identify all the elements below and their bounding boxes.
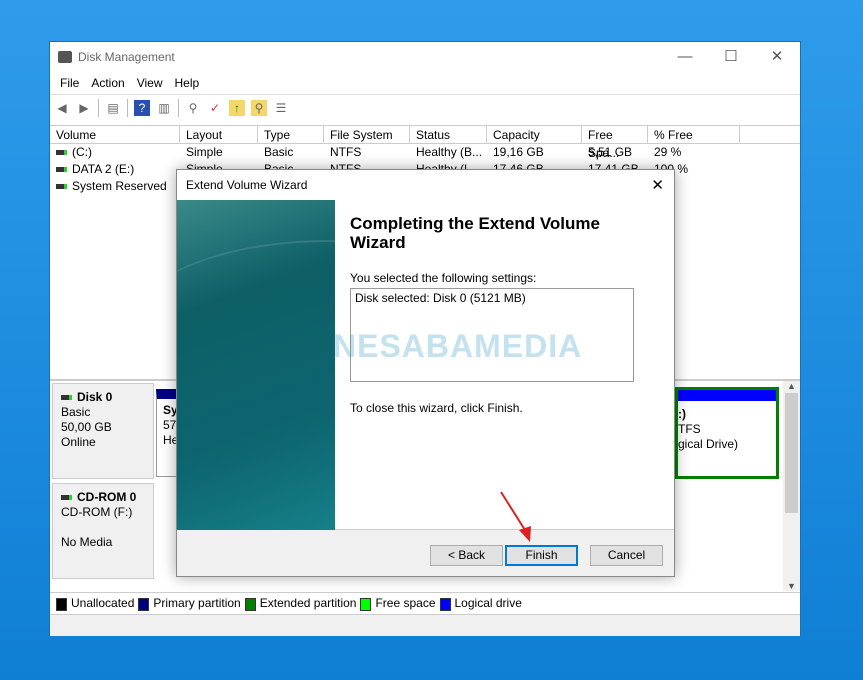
menu-file[interactable]: File (54, 76, 85, 90)
window-title: Disk Management (78, 50, 175, 64)
volume-list-header: Volume Layout Type File System Status Ca… (50, 126, 800, 160)
column-status[interactable]: Status (410, 126, 487, 144)
extend-volume-wizard-dialog: Extend Volume Wizard ✕ Completing the Ex… (176, 169, 675, 577)
volume-row[interactable]: (C:) Simple Basic NTFS Healthy (B... 19,… (50, 144, 800, 161)
volume-type: Basic (264, 145, 294, 159)
disk-state: No Media (61, 535, 113, 549)
column-free-space[interactable]: Free Spa... (582, 126, 648, 160)
disk-type: Basic (61, 405, 91, 419)
legend-unallocated: Unallocated (56, 596, 134, 611)
legend-extended: Extended partition (244, 596, 356, 611)
partition-status: gical Drive) (678, 437, 739, 451)
wizard-intro: You selected the following settings: (350, 271, 537, 285)
help-icon[interactable]: ? (134, 99, 150, 116)
column-type[interactable]: Type (258, 126, 324, 144)
connect-icon[interactable]: ⚲ (185, 100, 201, 116)
legend-primary: Primary partition (138, 596, 241, 611)
disk-state: Online (61, 435, 96, 449)
disk-icon (61, 395, 72, 401)
volume-name: (C:) (72, 145, 92, 159)
partition-fs: TFS (678, 422, 701, 436)
disk-management-icon (58, 51, 72, 63)
scrollbar-thumb[interactable] (785, 393, 798, 513)
volume-status: Healthy (B... (416, 145, 483, 159)
wizard-side-banner (177, 200, 335, 530)
wizard-closing-text: To close this wizard, click Finish. (350, 401, 523, 415)
volume-name: DATA 2 (E:) (72, 162, 135, 176)
folder-search-icon[interactable]: ⚲ (251, 99, 267, 116)
console-tree-icon[interactable]: ▤ (105, 100, 121, 116)
volume-free: 5,51 GB (588, 145, 633, 159)
drive-icon (56, 167, 67, 173)
vertical-scrollbar[interactable]: ▲ ▼ (783, 381, 800, 591)
partition-name: :) (678, 407, 686, 421)
legend: Unallocated Primary partition Extended p… (50, 592, 800, 614)
watermark: NESABAMEDIA (333, 328, 583, 364)
column-volume[interactable]: Volume (50, 126, 180, 144)
disk-type: CD-ROM (F:) (61, 505, 133, 519)
toolbar: ◀ ▶ ▤ ? ▥ ⚲ ✓ ↑ ⚲ ☰ (50, 94, 800, 120)
cdrom-0-label[interactable]: CD-ROM 0 CD-ROM (F:) No Media (52, 483, 154, 579)
wizard-heading: Completing the Extend Volume Wizard (350, 214, 600, 252)
checklist-icon[interactable]: ☰ (273, 100, 289, 116)
disk-name: CD-ROM 0 (77, 490, 137, 504)
disk-name: Disk 0 (77, 390, 113, 404)
menu-help[interactable]: Help (169, 76, 206, 90)
column-percent-free[interactable]: % Free (648, 126, 740, 144)
partition-logical-drive[interactable]: :) TFS gical Drive) (675, 387, 779, 479)
dialog-title-bar: Extend Volume Wizard ✕ (177, 170, 674, 200)
menu-action[interactable]: Action (85, 76, 130, 90)
dialog-body: Completing the Extend Volume Wizard You … (177, 200, 674, 530)
close-button[interactable]: ✕ (754, 42, 800, 72)
dialog-title: Extend Volume Wizard (186, 178, 308, 192)
volume-layout: Simple (186, 145, 223, 159)
cancel-button[interactable]: Cancel (590, 545, 663, 566)
column-layout[interactable]: Layout (180, 126, 258, 144)
column-capacity[interactable]: Capacity (487, 126, 582, 144)
volume-fs: NTFS (330, 145, 362, 159)
volume-pct: 29 % (654, 145, 682, 159)
volume-name: System Reserved (72, 179, 167, 193)
forward-icon[interactable]: ▶ (76, 100, 92, 116)
menu-bar: File Action View Help (50, 72, 800, 94)
disk-0-label[interactable]: Disk 0 Basic 50,00 GB Online (52, 383, 154, 479)
legend-logical: Logical drive (439, 596, 522, 611)
folder-up-icon[interactable]: ↑ (229, 99, 245, 116)
minimize-button[interactable]: — (662, 42, 708, 72)
back-button[interactable]: < Back (430, 545, 503, 566)
dialog-close-button[interactable]: ✕ (651, 176, 664, 194)
red-arrow-annotation (500, 491, 531, 542)
finish-button[interactable]: Finish (505, 545, 578, 566)
settings-text: Disk selected: Disk 0 (5121 MB) (355, 291, 526, 305)
properties-icon[interactable]: ✓ (207, 100, 223, 116)
status-bar (50, 614, 800, 636)
disk-size: 50,00 GB (61, 420, 112, 434)
volume-capacity: 19,16 GB (493, 145, 544, 159)
back-icon[interactable]: ◀ (54, 100, 70, 116)
column-file-system[interactable]: File System (324, 126, 410, 144)
drive-icon (56, 184, 67, 190)
legend-free-space: Free space (360, 596, 436, 611)
cdrom-icon (61, 495, 72, 501)
menu-view[interactable]: View (131, 76, 169, 90)
drive-icon (56, 150, 67, 156)
action-pane-icon[interactable]: ▥ (156, 100, 172, 116)
maximize-button[interactable]: ☐ (708, 42, 754, 72)
